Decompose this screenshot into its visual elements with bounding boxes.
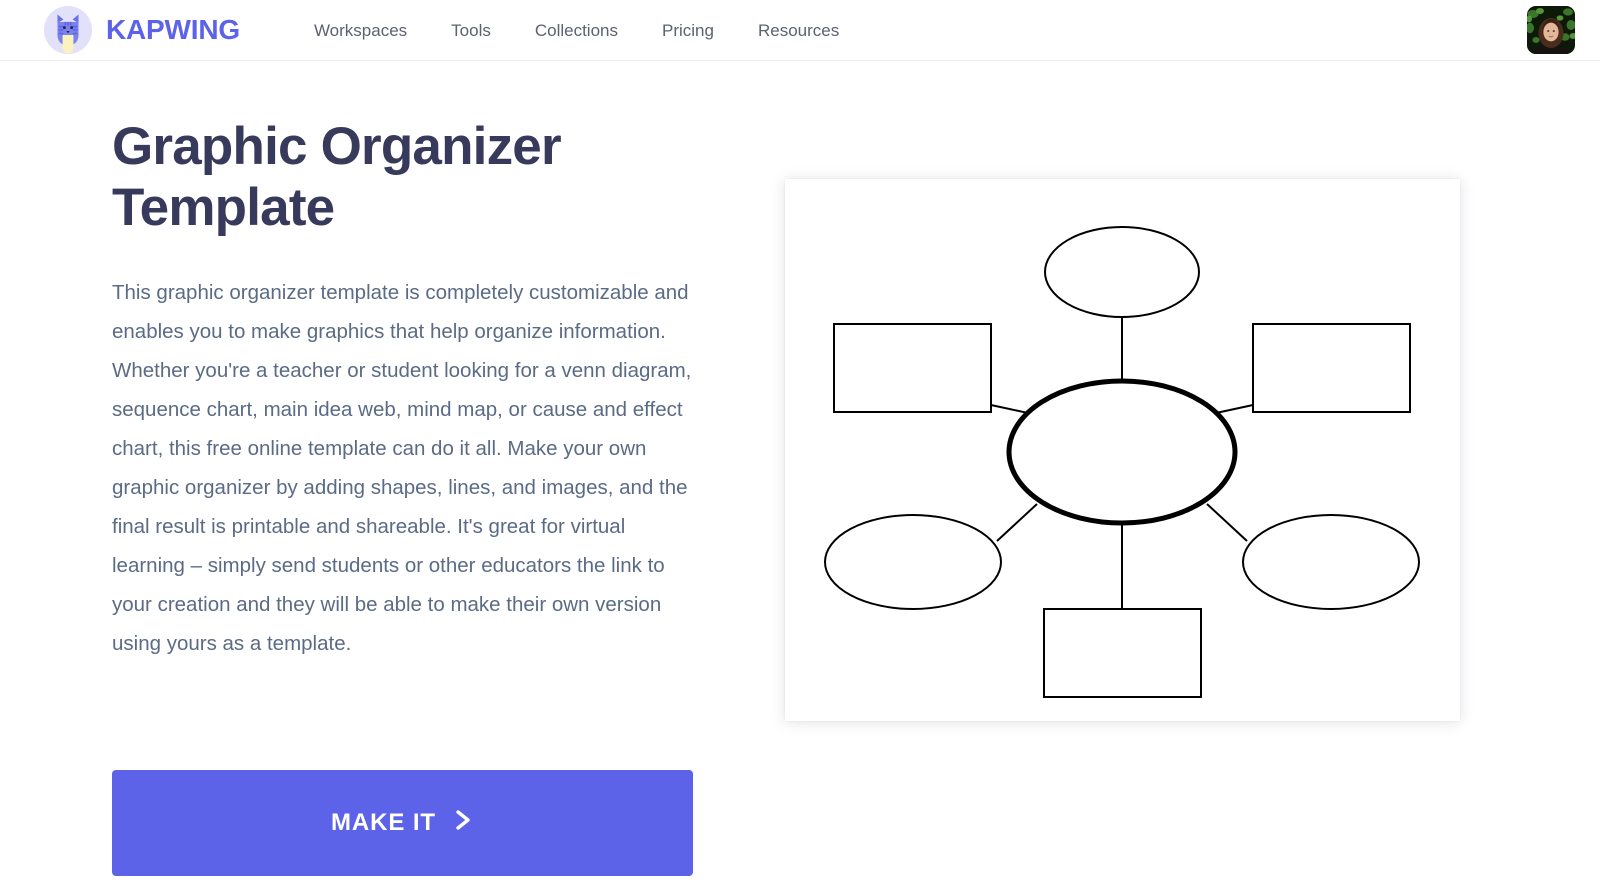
hero-text-column: Graphic Organizer Template This graphic … bbox=[112, 61, 712, 876]
site-header: KAPWING Workspaces Tools Collections Pri… bbox=[0, 0, 1600, 61]
page-description: This graphic organizer template is compl… bbox=[112, 280, 692, 655]
nav-item-pricing[interactable]: Pricing bbox=[640, 16, 736, 45]
brand-logo-link[interactable]: KAPWING bbox=[44, 6, 240, 54]
nav-item-workspaces[interactable]: Workspaces bbox=[296, 16, 429, 45]
diagram-node-bottom-rect bbox=[1043, 608, 1202, 698]
diagram-node-left-upper-rect bbox=[833, 323, 992, 413]
page-title: Graphic Organizer Template bbox=[112, 117, 562, 238]
nav-item-collections[interactable]: Collections bbox=[513, 16, 640, 45]
brand-name: KAPWING bbox=[106, 14, 240, 45]
diagram-node-left-lower-ellipse bbox=[824, 514, 1002, 610]
main-nav: Workspaces Tools Collections Pricing Res… bbox=[296, 16, 861, 45]
template-preview-card[interactable] bbox=[785, 179, 1460, 721]
diagram-node-right-upper-rect bbox=[1252, 323, 1411, 413]
graphic-organizer-diagram bbox=[785, 179, 1460, 721]
chevron-right-icon bbox=[454, 806, 474, 841]
nav-item-tools[interactable]: Tools bbox=[429, 16, 513, 45]
page-content: Graphic Organizer Template This graphic … bbox=[0, 61, 1600, 885]
make-it-button-label: MAKE IT bbox=[331, 809, 436, 836]
kapwing-cat-logo-icon bbox=[44, 6, 92, 54]
nav-item-resources[interactable]: Resources bbox=[736, 16, 861, 45]
diagram-node-top-ellipse bbox=[1044, 226, 1200, 318]
make-it-button[interactable]: MAKE IT bbox=[112, 770, 693, 876]
avatar[interactable] bbox=[1527, 6, 1575, 54]
diagram-node-right-lower-ellipse bbox=[1242, 514, 1420, 610]
diagram-node-center-ellipse bbox=[1006, 378, 1238, 526]
